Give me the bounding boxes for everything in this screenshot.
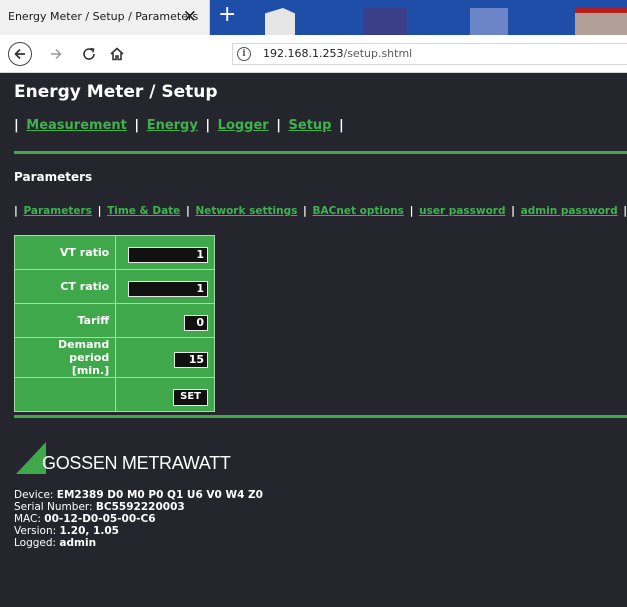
- device-info: Device: EM2389 D0 M0 P0 Q1 U6 V0 W4 Z0 S…: [14, 489, 263, 549]
- subnav-link-parameters[interactable]: Parameters: [24, 205, 92, 217]
- setup-sub-nav: | Parameters | Time & Date | Network set…: [14, 205, 627, 217]
- info-icon[interactable]: i: [237, 47, 251, 61]
- set-button[interactable]: SET: [173, 388, 208, 406]
- page-title: Energy Meter / Setup: [14, 82, 218, 102]
- nav-link-energy[interactable]: Energy: [147, 118, 198, 133]
- logo-text: GOSSEN METRAWATT: [42, 453, 231, 473]
- url-text: 192.168.1.253/setup.shtml: [263, 47, 412, 60]
- ct-ratio-input[interactable]: 1: [128, 280, 208, 297]
- subnav-link-admin-password[interactable]: admin password: [521, 205, 618, 217]
- mac-value: 00-12-D0-05-00-C6: [44, 513, 156, 525]
- table-row: Demand period [min.] 15: [13, 337, 215, 378]
- subnav-link-time-date[interactable]: Time & Date: [107, 205, 180, 217]
- table-row: VT ratio 1: [13, 235, 215, 270]
- demand-period-label-line1: Demand period: [58, 338, 110, 364]
- address-bar[interactable]: i 192.168.1.253/setup.shtml: [232, 43, 627, 65]
- plus-icon[interactable]: +: [218, 2, 236, 28]
- table-row: CT ratio 1: [13, 269, 215, 304]
- table-row: Tariff 0: [13, 303, 215, 338]
- logged-value: admin: [59, 537, 97, 549]
- ct-ratio-cell: 1: [115, 269, 215, 304]
- divider-top: [14, 151, 627, 154]
- url-path: /setup.shtml: [343, 47, 413, 60]
- subnav-link-user-password[interactable]: user password: [419, 205, 505, 217]
- tariff-label: Tariff: [13, 303, 117, 338]
- background-tab-preview: [470, 8, 508, 35]
- divider-bottom: [14, 415, 627, 418]
- background-tab-preview: [363, 8, 407, 35]
- close-icon[interactable]: ✕: [183, 6, 197, 28]
- demand-period-input[interactable]: 15: [174, 351, 208, 368]
- subnav-link-network-settings[interactable]: Network settings: [195, 205, 297, 217]
- url-host: 192.168.1.253: [263, 47, 344, 60]
- version-line: Version: 1.20, 1.05: [14, 525, 263, 537]
- logged-label: Logged:: [14, 537, 60, 549]
- tab-title: Energy Meter / Setup / Parameters: [8, 10, 199, 23]
- parameters-table: VT ratio 1 CT ratio 1 Tariff 0 Demand pe…: [13, 235, 215, 412]
- forward-arrow-icon[interactable]: [44, 42, 68, 66]
- browser-nav-bar: i 192.168.1.253/setup.shtml: [0, 35, 627, 73]
- logged-line: Logged: admin: [14, 537, 263, 549]
- device-line: Device: EM2389 D0 M0 P0 Q1 U6 V0 W4 Z0: [14, 489, 263, 501]
- demand-period-label-line2: [min.]: [71, 364, 110, 377]
- serial-label: Serial Number:: [14, 501, 96, 513]
- nav-link-measurement[interactable]: Measurement: [26, 118, 127, 133]
- mac-label: MAC:: [14, 513, 45, 525]
- demand-period-label: Demand period [min.]: [13, 337, 117, 378]
- serial-line: Serial Number: BC5592220003: [14, 501, 263, 513]
- mac-line: MAC: 00-12-D0-05-00-C6: [14, 513, 263, 525]
- page-content: Energy Meter / Setup | Measurement | Ene…: [0, 74, 627, 607]
- empty-cell: [13, 377, 117, 412]
- vt-ratio-label: VT ratio: [13, 235, 117, 270]
- ct-ratio-label: CT ratio: [13, 269, 117, 304]
- browser-tab-bar: Energy Meter / Setup / Parameters ✕ +: [0, 0, 627, 35]
- home-icon[interactable]: [105, 42, 129, 66]
- table-row: SET: [13, 377, 215, 412]
- serial-value: BC5592220003: [95, 501, 185, 513]
- set-cell: SET: [115, 377, 215, 412]
- device-label: Device:: [14, 489, 57, 501]
- nav-link-logger[interactable]: Logger: [218, 118, 269, 133]
- browser-tab-active[interactable]: Energy Meter / Setup / Parameters ✕: [0, 0, 210, 35]
- demand-period-cell: 15: [115, 337, 215, 378]
- background-tab-preview: [575, 8, 627, 35]
- back-arrow-icon[interactable]: [8, 42, 32, 66]
- subnav-link-bacnet-options[interactable]: BACnet options: [313, 205, 404, 217]
- device-value: EM2389 D0 M0 P0 Q1 U6 V0 W4 Z0: [56, 489, 263, 501]
- tariff-input[interactable]: 0: [184, 314, 208, 331]
- version-label: Version:: [14, 525, 60, 537]
- version-value: 1.20, 1.05: [59, 525, 119, 537]
- gossen-metrawatt-logo: GOSSEN METRAWATT: [16, 442, 246, 476]
- reload-icon[interactable]: [77, 42, 101, 66]
- vt-ratio-cell: 1: [115, 235, 215, 270]
- nav-link-setup[interactable]: Setup: [289, 118, 332, 133]
- vt-ratio-input[interactable]: 1: [128, 246, 208, 263]
- background-tab-preview: [265, 8, 295, 35]
- tariff-cell: 0: [115, 303, 215, 338]
- main-nav: | Measurement | Energy | Logger | Setup …: [14, 118, 344, 133]
- section-title: Parameters: [14, 170, 93, 184]
